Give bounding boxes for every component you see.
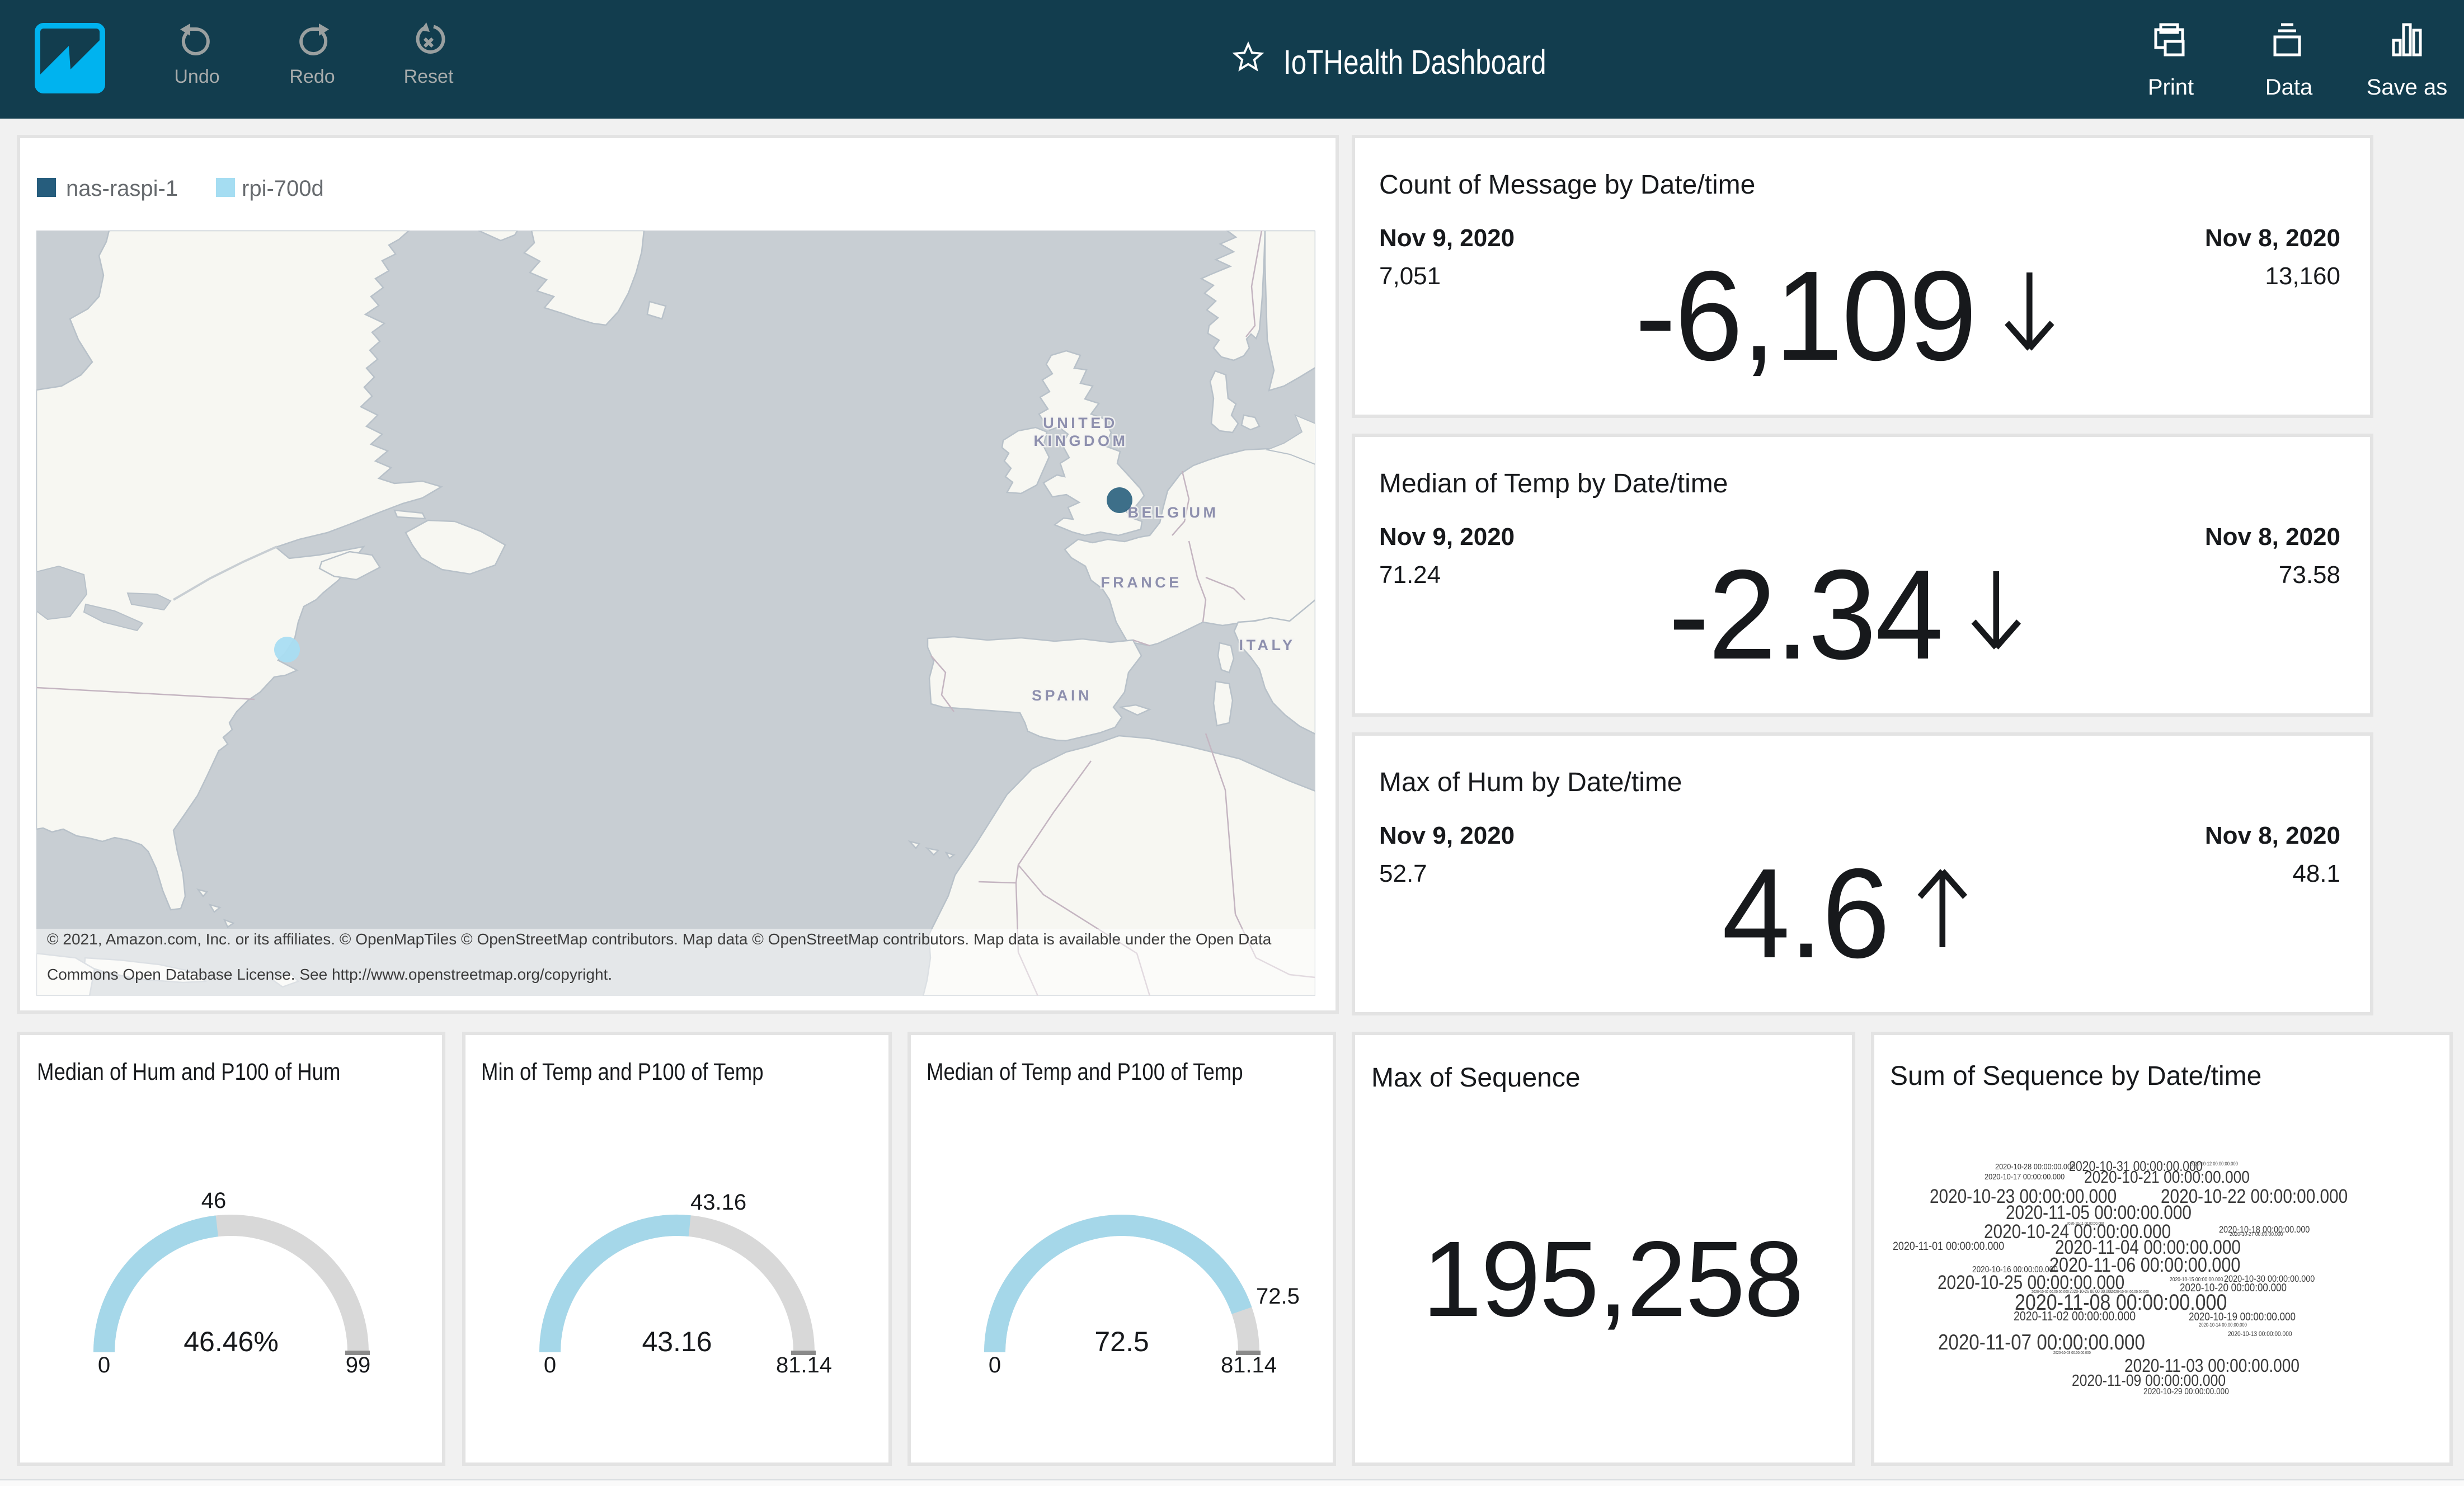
- svg-text:BELGIUM: BELGIUM: [1128, 504, 1219, 521]
- svg-text:72.5: 72.5: [1256, 1284, 1300, 1309]
- svg-text:99: 99: [346, 1353, 371, 1377]
- svg-text:UNITED: UNITED: [1043, 415, 1118, 431]
- svg-text:46: 46: [201, 1188, 227, 1213]
- svg-text:FRANCE: FRANCE: [1101, 574, 1182, 591]
- svg-text:0: 0: [989, 1353, 1001, 1377]
- svg-text:0: 0: [544, 1353, 556, 1377]
- svg-text:46.46%: 46.46%: [184, 1326, 279, 1357]
- svg-text:72.5: 72.5: [1094, 1326, 1149, 1357]
- svg-text:43.16: 43.16: [690, 1190, 746, 1215]
- svg-text:KINGDOM: KINGDOM: [1034, 432, 1128, 449]
- svg-text:0: 0: [98, 1353, 110, 1377]
- svg-text:SPAIN: SPAIN: [1032, 687, 1092, 704]
- svg-text:ITALY: ITALY: [1239, 637, 1295, 653]
- svg-text:81.14: 81.14: [1221, 1353, 1277, 1377]
- svg-text:43.16: 43.16: [642, 1326, 712, 1357]
- svg-text:81.14: 81.14: [776, 1353, 832, 1377]
